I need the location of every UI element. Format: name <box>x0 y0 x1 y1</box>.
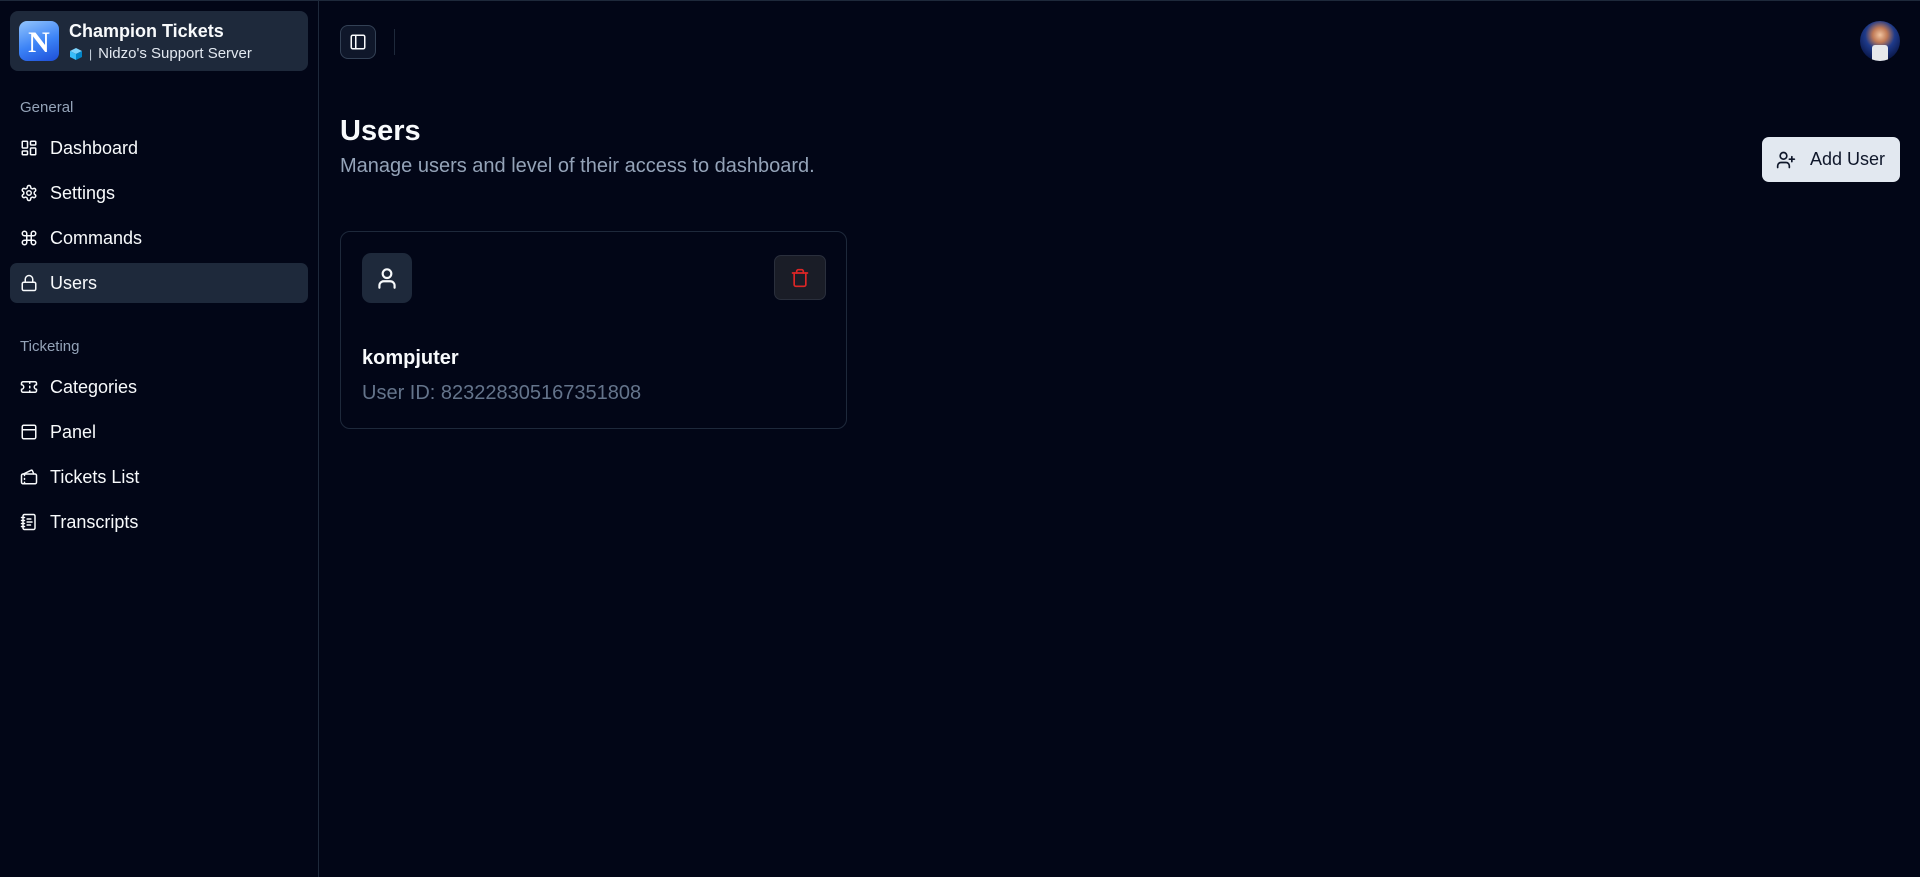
sidebar-item-label: Commands <box>50 227 143 248</box>
add-user-label: Add User <box>1809 149 1885 169</box>
sidebar-item-label: Tickets List <box>50 466 140 487</box>
user-plus-icon <box>1776 151 1796 168</box>
user-avatar[interactable] <box>1860 21 1900 61</box>
sidebar-item-categories[interactable]: Categories <box>10 367 308 407</box>
server-divider: | <box>89 46 93 61</box>
notebook-icon <box>20 513 38 531</box>
sidebar: N Champion Tickets | Nidzo's Support Ser… <box>0 1 319 877</box>
sidebar-item-users[interactable]: Users <box>10 263 308 303</box>
sidebar-item-panel[interactable]: Panel <box>10 412 308 452</box>
app-root: N Champion Tickets | Nidzo's Support Ser… <box>0 0 1920 877</box>
user-card: kompjuter User ID: 823228305167351808 <box>340 231 847 429</box>
sidebar-item-label: Panel <box>50 421 97 442</box>
ticket-icon <box>20 378 38 396</box>
delete-user-button[interactable] <box>774 255 826 300</box>
sidebar-item-transcripts[interactable]: Transcripts <box>10 502 308 542</box>
sidebar-item-dashboard[interactable]: Dashboard <box>10 128 308 168</box>
topbar <box>319 1 1920 81</box>
sidebar-item-label: Dashboard <box>50 137 139 158</box>
sidebar-item-label: Categories <box>50 376 138 397</box>
user-id: User ID: 823228305167351808 <box>362 382 642 404</box>
page-subtitle: Manage users and level of their access t… <box>340 155 815 177</box>
sidebar-toggle-icon <box>350 34 366 50</box>
sidebar-toggle-button[interactable] <box>340 25 376 59</box>
svg-text:N: N <box>28 26 50 59</box>
sidebar-item-label: Users <box>50 272 98 293</box>
server-name: Nidzo's Support Server <box>98 44 252 62</box>
sidebar-item-label: Settings <box>50 182 116 203</box>
command-icon <box>20 229 38 247</box>
sidebar-item-label: Transcripts <box>50 511 139 532</box>
add-user-button[interactable]: Add User <box>1761 137 1900 182</box>
sidebar-item-tickets-list[interactable]: Tickets List <box>10 457 308 497</box>
dashboard-icon <box>20 139 38 157</box>
user-name: kompjuter <box>362 347 459 369</box>
tickets-list-icon <box>20 468 38 486</box>
user-icon <box>378 268 396 289</box>
cube-icon <box>70 47 82 60</box>
n-logo-icon: N <box>19 21 59 61</box>
group-label-general: General <box>20 98 74 116</box>
sidebar-item-settings[interactable]: Settings <box>10 173 308 213</box>
lock-icon <box>20 274 38 292</box>
gear-icon <box>20 184 38 202</box>
topbar-separator <box>394 29 395 55</box>
trash-icon <box>791 268 809 287</box>
app-name: Champion Tickets <box>69 20 224 41</box>
user-avatar-box <box>362 253 412 303</box>
page-title: Users <box>340 115 421 147</box>
panel-icon <box>20 423 38 441</box>
sidebar-item-commands[interactable]: Commands <box>10 218 308 258</box>
server-switcher[interactable]: N Champion Tickets | Nidzo's Support Ser… <box>10 11 308 71</box>
main-content: Users Manage users and level of their ac… <box>319 1 1920 877</box>
group-label-ticketing: Ticketing <box>20 337 80 355</box>
